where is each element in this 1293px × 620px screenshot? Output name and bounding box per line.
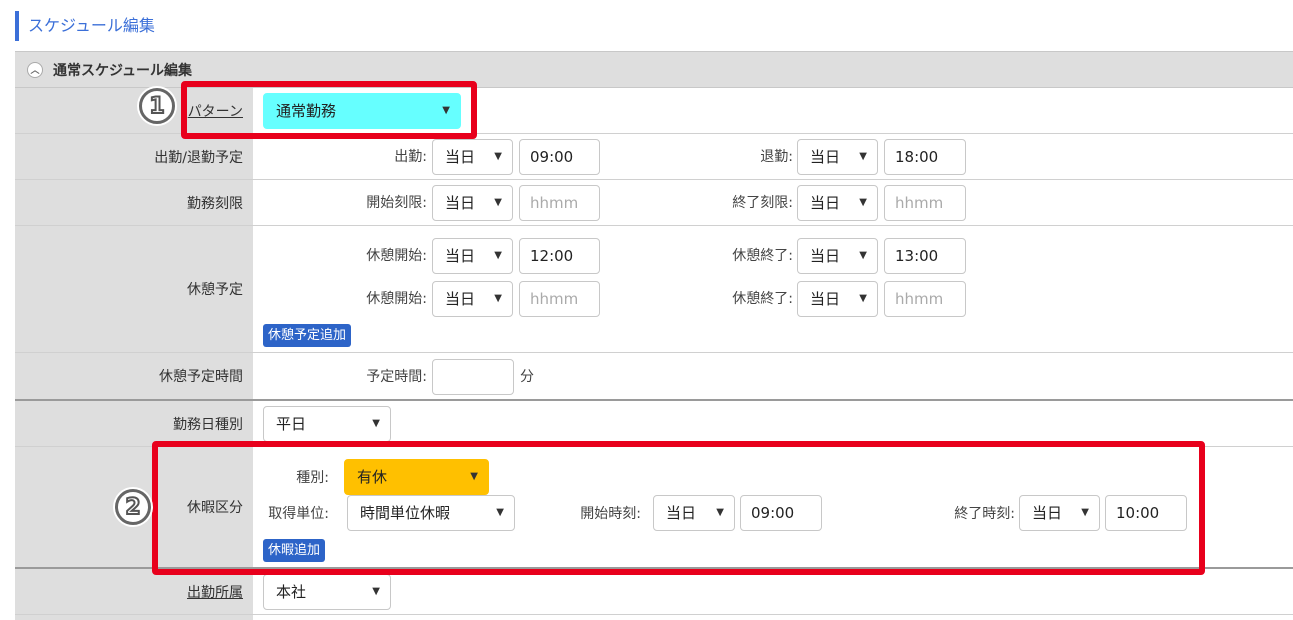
break-start-label: 休憩開始: — [366, 248, 427, 264]
chevron-up-icon[interactable]: ︿ — [27, 61, 43, 78]
break1-end-time-input[interactable]: 13:00 — [884, 238, 966, 274]
annotation-number-1: 1 — [139, 88, 175, 124]
break-time-label: 休憩予定時間 — [15, 353, 253, 399]
attendance-label: 出勤/退勤予定 — [15, 134, 253, 179]
break1-start-time-input[interactable]: 12:00 — [519, 238, 600, 274]
caret-down-icon: ▼ — [494, 250, 502, 261]
row-break-time: 休憩予定時間 予定時間: 分 — [15, 353, 1293, 401]
caret-down-icon: ▼ — [859, 151, 867, 162]
break1-end-day-select[interactable]: 当日 ▼ — [797, 238, 878, 274]
limit-start-label: 開始刻限: — [366, 195, 427, 211]
break2-end-day-select[interactable]: 当日 ▼ — [797, 281, 878, 317]
limit-end-input[interactable]: hhmm — [884, 185, 966, 221]
attendance-start-label: 出勤: — [394, 149, 427, 165]
limit-label: 勤務刻限 — [15, 180, 253, 225]
highlight-box-2 — [152, 441, 1205, 575]
highlight-box-1 — [181, 81, 477, 139]
attendance-start-day-select[interactable]: 当日 ▼ — [432, 139, 513, 175]
attendance-end-label: 退勤: — [760, 149, 793, 165]
break-start-label: 休憩開始: — [366, 291, 427, 307]
break1-start-day-select[interactable]: 当日 ▼ — [432, 238, 513, 274]
break-end-label: 休憩終了: — [732, 291, 793, 307]
limit-start-input[interactable]: hhmm — [519, 185, 600, 221]
annotation-number-2: 2 — [115, 489, 151, 525]
break2-end-input[interactable]: hhmm — [884, 281, 966, 317]
break-time-input[interactable] — [432, 359, 514, 395]
section-title: 通常スケジュール編集 — [53, 62, 193, 79]
break-time-field-label: 予定時間: — [366, 369, 427, 385]
caret-down-icon: ▼ — [372, 418, 380, 429]
break-label: 休憩予定 — [15, 226, 253, 352]
day-type-label: 勤務日種別 — [15, 401, 253, 446]
break-end-label: 休憩終了: — [732, 248, 793, 264]
caret-down-icon: ▼ — [859, 250, 867, 261]
row-break: 休憩予定 休憩開始: 当日 ▼ 12:00 休憩終了: 当日 ▼ 13:00 休憩開… — [15, 226, 1293, 353]
limit-start-day-select[interactable]: 当日 ▼ — [432, 185, 513, 221]
limit-end-day-select[interactable]: 当日 ▼ — [797, 185, 878, 221]
attendance-end-day-select[interactable]: 当日 ▼ — [797, 139, 878, 175]
office-select[interactable]: 本社 ▼ — [263, 574, 391, 610]
row-office: 出勤所属 本社 ▼ — [15, 569, 1293, 615]
caret-down-icon: ▼ — [372, 586, 380, 597]
office-link[interactable]: 出勤所属 — [187, 582, 243, 602]
caret-down-icon: ▼ — [494, 293, 502, 304]
page-title: スケジュール編集 — [15, 11, 155, 41]
caret-down-icon: ▼ — [859, 293, 867, 304]
break2-start-day-select[interactable]: 当日 ▼ — [432, 281, 513, 317]
row-attendance: 出勤/退勤予定 出勤: 当日 ▼ 09:00 退勤: 当日 ▼ 18:00 — [15, 134, 1293, 180]
row-limit: 勤務刻限 開始刻限: 当日 ▼ hhmm 終了刻限: 当日 ▼ hhmm — [15, 180, 1293, 226]
caret-down-icon: ▼ — [494, 151, 502, 162]
caret-down-icon: ▼ — [494, 197, 502, 208]
caret-down-icon: ▼ — [859, 197, 867, 208]
break2-start-input[interactable]: hhmm — [519, 281, 600, 317]
attendance-start-time-input[interactable]: 09:00 — [519, 139, 600, 175]
day-type-select[interactable]: 平日 ▼ — [263, 406, 391, 442]
break-time-unit: 分 — [520, 369, 534, 385]
add-break-button[interactable]: 休憩予定追加 — [263, 324, 352, 347]
row-next — [15, 615, 1293, 620]
attendance-end-time-input[interactable]: 18:00 — [884, 139, 966, 175]
limit-end-label: 終了刻限: — [732, 195, 793, 211]
